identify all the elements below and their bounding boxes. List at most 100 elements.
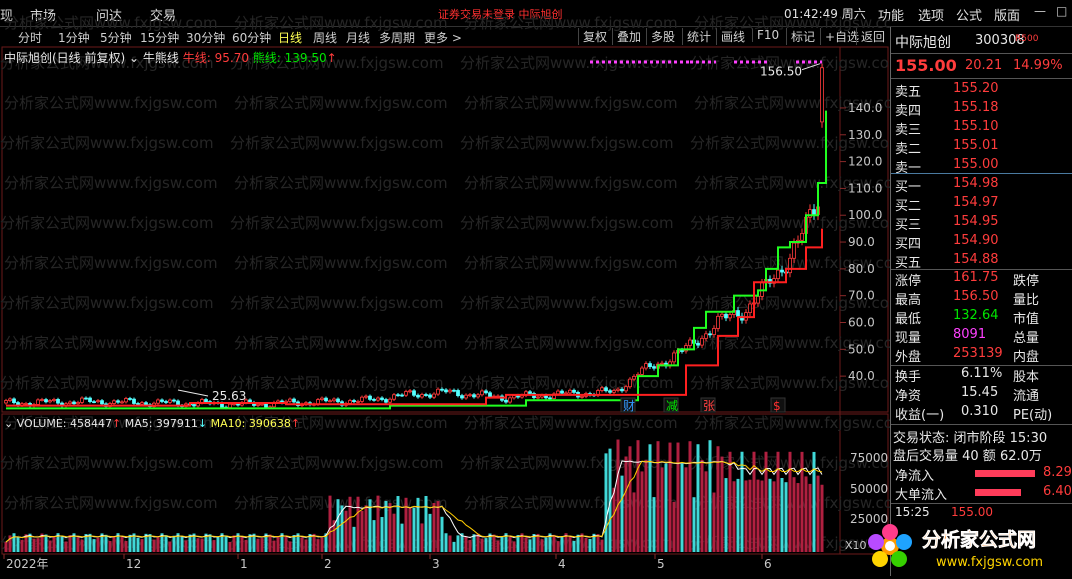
watermark-text: 分析家公式网www.fxjgsw.com xyxy=(230,374,444,392)
tick-divider xyxy=(891,503,1072,504)
ask-price: 155.20 xyxy=(953,81,999,96)
kline-chart[interactable]: 分析家公式网www.fxjgsw.com 分析家公式网www.fxjgsw.com… xyxy=(0,0,890,576)
candle-body xyxy=(472,394,476,398)
volume-bar xyxy=(708,440,712,552)
maximize-icon[interactable]: □ xyxy=(1056,4,1067,18)
candle-body xyxy=(572,389,576,393)
watermark-text: 分析家公式网www.fxjgsw.com xyxy=(4,494,218,512)
chevron-down-icon[interactable]: ⌄ xyxy=(129,51,139,65)
price-tick-label: 140.0 xyxy=(848,101,882,115)
volume-bar xyxy=(632,492,636,552)
volume-bar xyxy=(808,483,812,552)
flow-value: 8.29 xyxy=(1043,465,1072,480)
volume-bar xyxy=(452,541,456,552)
candle-body xyxy=(480,390,484,396)
candle-body xyxy=(704,333,708,339)
bid-price: 154.95 xyxy=(953,214,999,229)
candle-body xyxy=(600,387,604,391)
candle-body xyxy=(720,313,724,317)
stat-label: 最高 xyxy=(895,293,922,308)
candle-body xyxy=(560,390,564,394)
time-tick-label: 5 xyxy=(657,557,665,571)
indicator-name[interactable]: 牛熊线 xyxy=(143,51,179,65)
time-tick-label: 1 xyxy=(240,557,248,571)
bid-price: 154.88 xyxy=(953,252,999,267)
volume-bar xyxy=(600,539,604,552)
volume-bar xyxy=(256,538,260,552)
candle-body xyxy=(460,395,464,399)
candle-body xyxy=(700,337,704,346)
volume-bar xyxy=(320,537,324,552)
minimize-icon[interactable]: — xyxy=(1034,4,1046,18)
candle-body xyxy=(456,390,460,397)
bid-price: 154.97 xyxy=(953,195,999,210)
candle-body xyxy=(556,390,560,395)
volume-bar xyxy=(616,439,620,552)
stat-label: 最低 xyxy=(895,312,922,327)
menu-item-options[interactable]: 选项 xyxy=(918,5,944,24)
candle-body xyxy=(348,400,352,404)
candle-body xyxy=(424,394,428,396)
menu-item-formula[interactable]: 公式 xyxy=(956,5,982,24)
volume-bar xyxy=(300,537,304,552)
candle-body xyxy=(40,399,44,401)
watermark-text: 分析家公式网www.fxjgsw.com xyxy=(464,174,678,192)
candle-body xyxy=(388,398,392,403)
volume-bar xyxy=(468,539,472,552)
index-badge: R500 xyxy=(1015,34,1039,44)
volume-bar xyxy=(472,534,476,552)
volume-bar xyxy=(660,467,664,552)
chevron-down-icon[interactable]: ⌄ xyxy=(4,417,13,430)
volume-bar xyxy=(724,478,728,552)
logo-title: 分析家公式网 xyxy=(922,528,1036,551)
fund-label: 换手 xyxy=(895,370,922,385)
volume-bar xyxy=(568,536,572,552)
ask-price: 155.00 xyxy=(953,157,999,172)
candle-body xyxy=(172,399,176,402)
price-change: 20.21 xyxy=(965,58,1003,73)
candle-body xyxy=(680,350,684,352)
volume-bar xyxy=(380,517,384,552)
candle-body xyxy=(56,399,60,404)
volume-bar xyxy=(128,534,132,552)
candle-body xyxy=(8,398,12,401)
low-marker-label: 25.63 xyxy=(212,389,246,403)
volume-bar xyxy=(416,497,420,552)
volume-bar xyxy=(356,496,360,552)
candle-body xyxy=(136,403,140,405)
volume-bar xyxy=(360,510,364,552)
volume-bar xyxy=(552,534,556,552)
ask-label: 卖三 xyxy=(895,123,922,138)
volume-bar xyxy=(140,539,144,552)
watermark-text: 分析家公式网www.fxjgsw.com xyxy=(460,294,674,312)
candle-body xyxy=(728,314,732,319)
volume-bar xyxy=(740,451,744,552)
volume-bar xyxy=(184,540,188,552)
volume-bar xyxy=(124,540,128,552)
volume-bar xyxy=(388,503,392,552)
last-price: 155.00 xyxy=(895,56,957,75)
candle-body xyxy=(116,400,120,403)
volume-bar xyxy=(572,540,576,552)
volume-bar xyxy=(384,500,388,552)
volume-bar xyxy=(92,539,96,552)
candle-body xyxy=(436,388,440,395)
candle-body xyxy=(320,397,324,400)
volume-bar xyxy=(516,535,520,552)
candle-body xyxy=(612,390,616,393)
volume-bar xyxy=(424,495,428,552)
volume-bar xyxy=(104,534,108,552)
volume-bar xyxy=(640,471,644,552)
candle-body xyxy=(120,401,124,404)
volume-tick-label: 75000 xyxy=(850,451,888,465)
candle-body xyxy=(192,404,196,407)
menu-item-layout[interactable]: 版面 xyxy=(994,5,1020,24)
candle-body xyxy=(96,400,100,403)
candle-body xyxy=(72,401,76,405)
candle-body xyxy=(52,399,56,401)
volume-bar xyxy=(596,534,600,552)
stock-period-label[interactable]: 中际旭创(日线 前复权) xyxy=(4,51,125,65)
bid-price: 154.98 xyxy=(953,176,999,191)
candle-body xyxy=(76,402,80,405)
volume-bar xyxy=(812,451,816,552)
